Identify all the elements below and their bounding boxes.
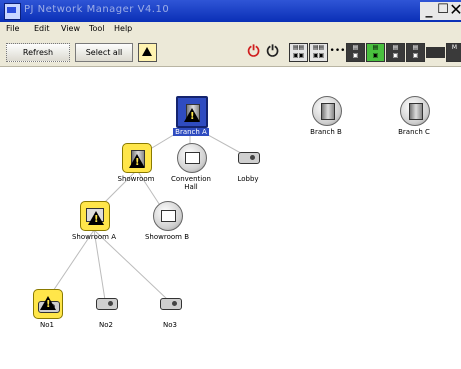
- building-warning-icon: [122, 143, 152, 173]
- monitor-icon: [177, 143, 207, 173]
- node-label: Branch C: [398, 128, 430, 136]
- projector-icon: [156, 289, 184, 317]
- node-label: Showroom B: [144, 233, 190, 241]
- monitor-icon: [153, 201, 183, 231]
- node-label: Branch A: [173, 128, 209, 136]
- node-label-line2: Hall: [184, 183, 198, 191]
- monitor-warning-icon: [80, 201, 110, 231]
- projector-icon: [234, 143, 262, 171]
- building-warning-icon: [176, 96, 208, 128]
- building-icon: [312, 96, 342, 126]
- projector-icon: [92, 289, 120, 317]
- node-label: Branch B: [310, 128, 342, 136]
- projector-warning-icon: [33, 289, 63, 319]
- building-icon: [400, 96, 430, 126]
- node-label: Showroom A: [71, 233, 116, 241]
- node-label: No3: [163, 321, 177, 329]
- node-label: Lobby: [237, 175, 259, 183]
